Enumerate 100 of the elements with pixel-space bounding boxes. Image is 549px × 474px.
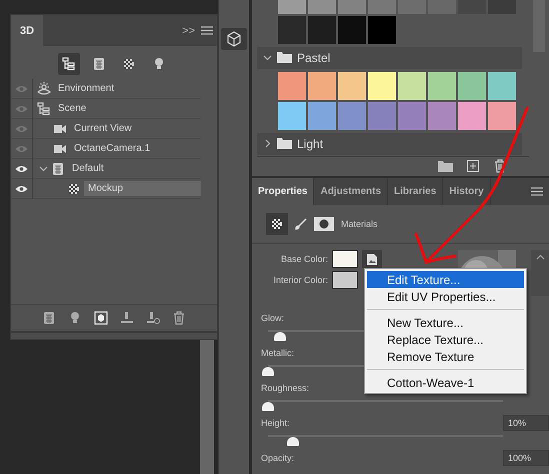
chevron-icon[interactable] (263, 53, 272, 62)
color-swatch[interactable] (428, 72, 456, 100)
panel-tab[interactable]: Properties (252, 178, 314, 205)
color-swatch[interactable] (308, 16, 336, 44)
chevron-icon[interactable] (39, 164, 48, 173)
menu-item[interactable]: Edit Texture... (367, 271, 524, 288)
layer-name: Environment (57, 82, 116, 96)
color-label: Base Color: (280, 254, 328, 264)
slider-label: Roughness: (261, 382, 310, 392)
color-swatch[interactable] (308, 102, 336, 130)
mask-icon[interactable] (314, 217, 334, 231)
eye-icon[interactable] (15, 164, 28, 172)
slider-thumb[interactable] (262, 402, 274, 411)
color-swatch[interactable] (428, 102, 456, 130)
checker-cup-icon (67, 182, 81, 196)
menu-item[interactable]: Replace Texture... (367, 331, 524, 348)
stand-icon (120, 311, 134, 325)
menu-icon[interactable] (531, 187, 543, 196)
slider-label: Opacity: (261, 452, 294, 462)
folder-icon (277, 138, 292, 150)
slider-thumb[interactable] (286, 437, 299, 446)
3d-cube-button[interactable] (221, 28, 247, 50)
swatch-group-header[interactable]: Pastel (257, 47, 522, 69)
folder-icon (277, 52, 292, 64)
panel-tab[interactable]: Adjustments (314, 178, 388, 205)
layer-name: Mockup (84, 181, 201, 196)
framed-cube-icon (94, 311, 108, 325)
group-name: Light (297, 136, 324, 151)
panel-tab[interactable]: History (443, 178, 491, 205)
value-field[interactable]: 10% (503, 414, 549, 430)
layer-name: Default (71, 162, 105, 176)
collapse-button[interactable]: >> (182, 24, 195, 36)
swatch-group-header[interactable]: Light (257, 132, 522, 155)
scroll-up-icon[interactable] (536, 254, 544, 260)
panel-tab[interactable]: Libraries (388, 178, 444, 205)
stand-cross-icon (146, 311, 160, 325)
color-swatch[interactable] (338, 102, 366, 130)
color-swatch[interactable] (338, 16, 366, 44)
brush-icon[interactable] (295, 218, 307, 230)
layer-item[interactable]: Environment (33, 79, 201, 98)
tree-list-icon (62, 57, 76, 71)
color-swatch[interactable] (458, 102, 486, 130)
color-swatch[interactable] (488, 102, 516, 130)
texture-button[interactable] (362, 250, 382, 268)
color-swatch[interactable] (488, 72, 516, 100)
menu-item[interactable]: New Texture... (367, 314, 524, 331)
filter-button[interactable] (58, 53, 80, 75)
layer-item[interactable]: Scene (33, 99, 201, 118)
menu-item[interactable]: Remove Texture (367, 348, 524, 365)
color-well[interactable] (332, 271, 358, 289)
eye-icon[interactable] (15, 184, 28, 192)
slider-label: Metallic: (261, 348, 294, 358)
grid-box-icon (42, 311, 56, 325)
material-button[interactable] (266, 213, 288, 235)
color-swatch[interactable] (338, 72, 366, 100)
layer-name: OctaneCamera.1 (73, 142, 152, 156)
color-well[interactable] (332, 250, 358, 268)
slider-thumb[interactable] (274, 332, 286, 341)
grid-box-icon (92, 57, 106, 71)
layer-name: Current View (73, 122, 133, 136)
panel-tab[interactable]: 3D (11, 15, 43, 46)
layer-item[interactable]: Default (33, 159, 201, 178)
group-name: Pastel (297, 50, 330, 65)
layer-item[interactable]: OctaneCamera.1 (33, 139, 201, 158)
slider-label: Glow: (261, 312, 284, 322)
layer-item[interactable]: Mockup (33, 179, 201, 198)
color-swatch[interactable] (278, 102, 306, 130)
scrollbar[interactable] (200, 340, 214, 474)
grid-box-icon (51, 162, 65, 176)
slider-label: Height: (261, 418, 290, 428)
checker-cup-icon (270, 217, 284, 231)
color-swatch[interactable] (398, 102, 426, 130)
chevron-icon[interactable] (263, 139, 272, 148)
checker-cup-icon (122, 57, 136, 71)
color-swatch[interactable] (368, 102, 396, 130)
color-swatch[interactable] (308, 72, 336, 100)
layer-name: Scene (57, 102, 88, 116)
layer-item[interactable]: Current View (33, 119, 201, 138)
section-label: Materials (341, 219, 378, 229)
value-field[interactable]: 100% (503, 450, 549, 466)
color-swatch[interactable] (278, 72, 306, 100)
folder-icon (438, 160, 453, 172)
color-swatch[interactable] (368, 72, 396, 100)
sun-icon (37, 82, 51, 96)
color-label: Interior Color: (272, 275, 328, 285)
image-file-icon (366, 252, 378, 266)
tree-list-icon (37, 102, 51, 116)
add-icon[interactable] (467, 160, 479, 172)
color-swatch[interactable] (278, 16, 306, 44)
menu-icon[interactable] (201, 26, 213, 35)
resize-bar[interactable] (11, 331, 217, 339)
trash-icon (493, 159, 507, 174)
color-swatch[interactable] (458, 72, 486, 100)
light-bulb-icon (152, 57, 166, 71)
color-swatch[interactable] (398, 72, 426, 100)
color-swatch[interactable] (368, 16, 396, 44)
slider-thumb[interactable] (262, 367, 274, 376)
menu-item[interactable]: Cotton-Weave-1 (367, 374, 524, 391)
menu-item[interactable]: Edit UV Properties... (367, 288, 524, 305)
trash-icon (172, 311, 186, 325)
